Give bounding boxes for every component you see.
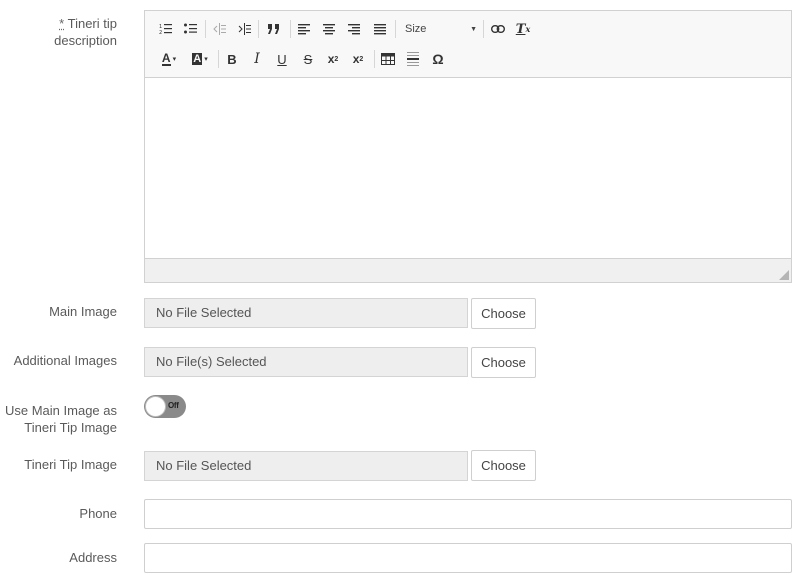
- toolbar-separator: [218, 50, 219, 68]
- blockquote-icon[interactable]: [264, 19, 284, 39]
- font-size-label: Size: [405, 23, 427, 35]
- special-character-icon[interactable]: Ω: [430, 49, 446, 69]
- table-icon[interactable]: [380, 49, 396, 69]
- phone-label: Phone: [79, 506, 117, 521]
- toggle-state-text: Off: [168, 401, 179, 410]
- font-size-select[interactable]: Size ▼: [405, 19, 477, 39]
- description-label: * Tineri tip description: [7, 15, 117, 49]
- rich-text-editor: 12 Size ▼ T x A ▾ A ▾ B I U S x 2 x 2 Ω: [144, 10, 792, 283]
- toolbar-separator: [395, 20, 396, 38]
- editor-content-area[interactable]: [145, 78, 791, 259]
- text-color-icon[interactable]: A ▾: [158, 49, 180, 69]
- resize-handle-icon[interactable]: [779, 270, 789, 280]
- main-image-file-field[interactable]: No File Selected: [144, 298, 468, 328]
- background-color-icon[interactable]: A ▾: [189, 49, 211, 69]
- align-left-icon[interactable]: [296, 19, 312, 39]
- toolbar-separator: [290, 20, 291, 38]
- link-icon[interactable]: [489, 19, 507, 39]
- tip-image-choose-button[interactable]: Choose: [471, 450, 536, 481]
- editor-statusbar: [145, 258, 791, 282]
- toolbar-separator: [258, 20, 259, 38]
- additional-images-choose-button[interactable]: Choose: [471, 347, 536, 378]
- numbered-list-icon[interactable]: 12: [157, 19, 173, 39]
- bulleted-list-icon[interactable]: [182, 19, 198, 39]
- toggle-knob: [145, 396, 166, 417]
- align-justify-icon[interactable]: [372, 19, 388, 39]
- align-center-icon[interactable]: [321, 19, 337, 39]
- bold-icon[interactable]: B: [224, 49, 240, 69]
- chevron-down-icon: ▼: [470, 25, 477, 33]
- additional-images-label: Additional Images: [13, 353, 117, 368]
- tip-image-label: Tineri Tip Image: [24, 457, 117, 472]
- main-image-choose-button[interactable]: Choose: [471, 298, 536, 329]
- use-main-image-toggle[interactable]: Off: [144, 395, 186, 418]
- superscript-icon[interactable]: x2: [349, 49, 367, 69]
- align-right-icon[interactable]: [346, 19, 362, 39]
- italic-icon[interactable]: I: [249, 49, 265, 69]
- main-image-label: Main Image: [49, 304, 117, 319]
- subscript-icon[interactable]: x2: [324, 49, 342, 69]
- editor-toolbar: 12 Size ▼ T x A ▾ A ▾ B I U S x 2 x 2 Ω: [145, 11, 791, 78]
- description-label-text: Tineri tip description: [54, 16, 117, 48]
- use-main-image-label: Use Main Image as Tineri Tip Image: [5, 403, 117, 435]
- toolbar-separator: [205, 20, 206, 38]
- svg-text:2: 2: [159, 30, 162, 35]
- address-input[interactable]: [144, 543, 792, 573]
- additional-images-file-field[interactable]: No File(s) Selected: [144, 347, 468, 377]
- address-label: Address: [69, 550, 117, 565]
- outdent-icon[interactable]: [211, 19, 227, 39]
- toolbar-separator: [374, 50, 375, 68]
- tip-image-file-field[interactable]: No File Selected: [144, 451, 468, 481]
- indent-icon[interactable]: [236, 19, 252, 39]
- strikethrough-icon[interactable]: S: [300, 49, 316, 69]
- horizontal-rule-icon[interactable]: [405, 49, 421, 69]
- required-mark: *: [59, 16, 65, 31]
- remove-format-icon[interactable]: Tx: [514, 19, 532, 39]
- toolbar-separator: [483, 20, 484, 38]
- phone-input[interactable]: [144, 499, 792, 529]
- underline-icon[interactable]: U: [274, 49, 290, 69]
